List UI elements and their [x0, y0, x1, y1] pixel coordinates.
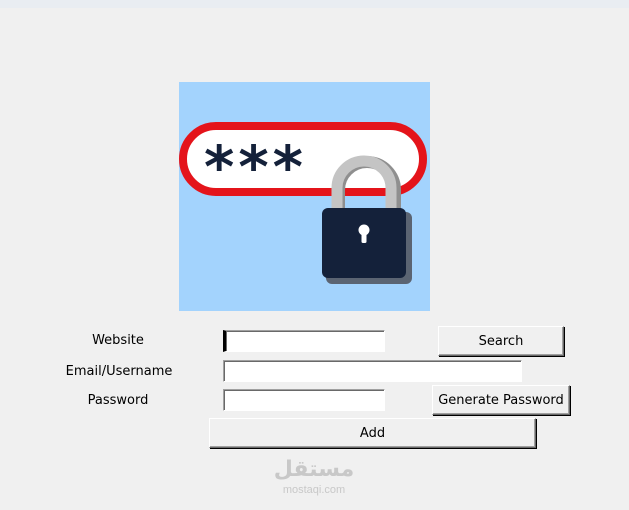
mostaqi-watermark: مستقل mostaqi.com — [262, 457, 366, 497]
password-lock-icon: *** — [179, 122, 427, 284]
email-username-input[interactable] — [223, 360, 522, 382]
website-input[interactable] — [223, 330, 385, 352]
window-title-strip — [0, 0, 629, 8]
website-label: Website — [92, 333, 144, 348]
email-username-label: Email/Username — [65, 364, 173, 379]
keyhole-bottom — [361, 231, 367, 243]
password-lock-logo: *** — [179, 82, 430, 311]
masked-password-text: *** — [204, 133, 307, 201]
watermark-url: mostaqi.com — [282, 484, 346, 496]
generate-password-button[interactable]: Generate Password — [432, 385, 570, 415]
password-input[interactable] — [223, 389, 385, 411]
add-button[interactable]: Add — [209, 418, 536, 448]
search-button[interactable]: Search — [438, 326, 564, 356]
password-label: Password — [87, 393, 149, 408]
watermark-logo-text: مستقل — [273, 457, 355, 482]
